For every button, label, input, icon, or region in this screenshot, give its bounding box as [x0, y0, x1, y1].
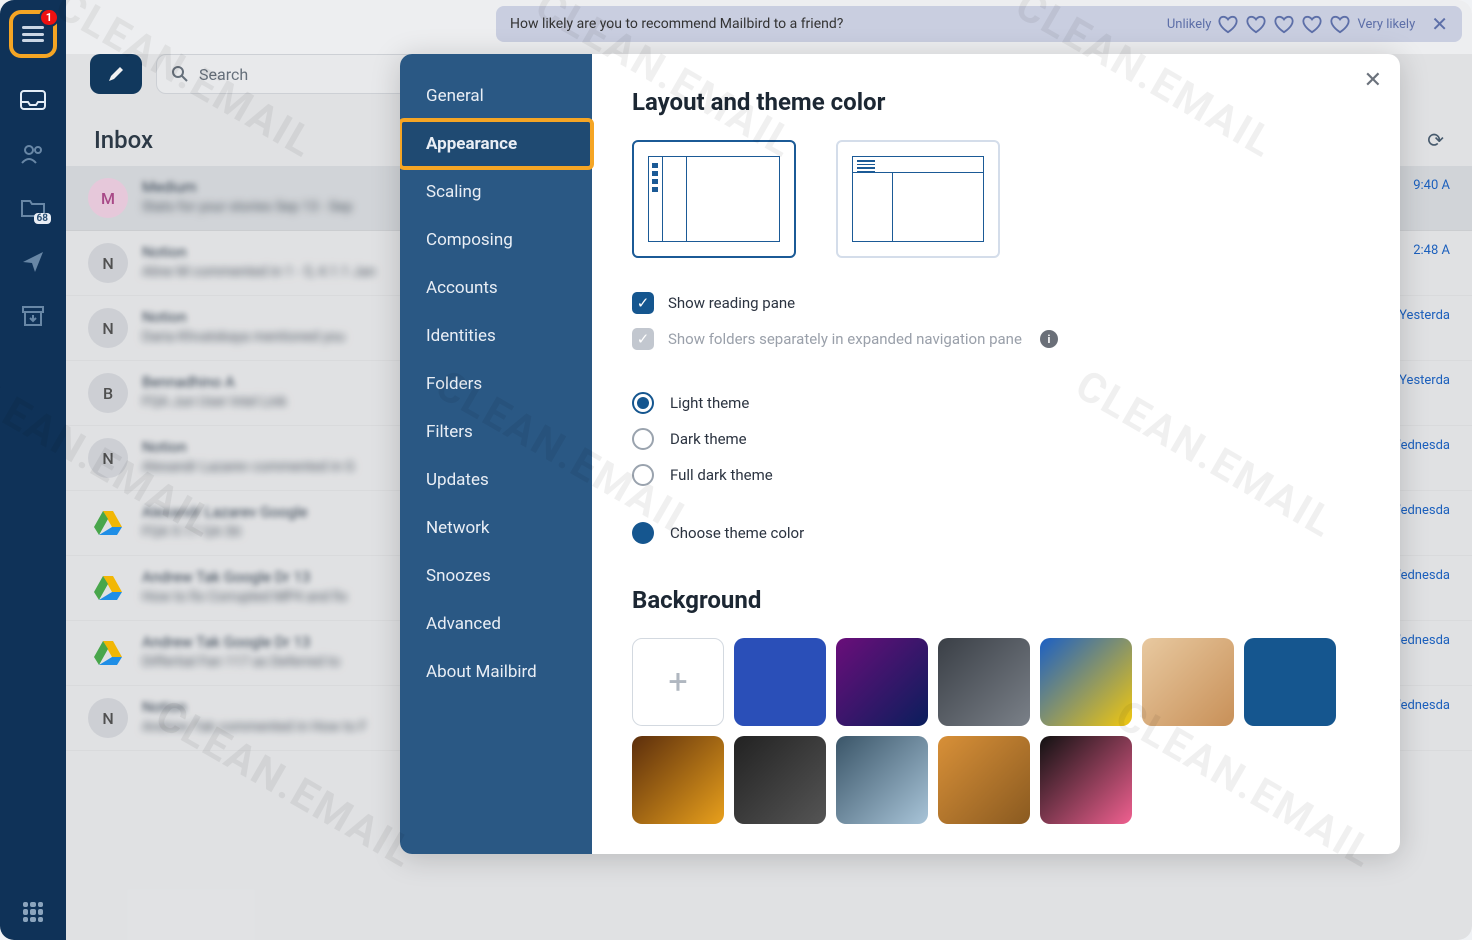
settings-nav-item[interactable]: Composing — [400, 216, 592, 264]
settings-modal: GeneralAppearanceScalingComposingAccount… — [400, 54, 1400, 854]
settings-nav-item[interactable]: Updates — [400, 456, 592, 504]
reading-pane-checkbox[interactable]: ✓ — [632, 292, 654, 314]
background-add-tile[interactable]: + — [632, 638, 724, 726]
survey-close-icon[interactable]: ✕ — [1431, 12, 1448, 36]
background-tile[interactable] — [1040, 736, 1132, 824]
folders-sep-label: Show folders separately in expanded navi… — [668, 330, 1022, 348]
heart-icon[interactable] — [1329, 14, 1351, 34]
heart-icon[interactable] — [1217, 14, 1239, 34]
settings-nav-item[interactable]: Network — [400, 504, 592, 552]
layout-option-stacked[interactable] — [836, 140, 1000, 258]
settings-nav-item[interactable]: Scaling — [400, 168, 592, 216]
archive-icon[interactable] — [19, 304, 47, 328]
settings-title: Layout and theme color — [632, 88, 1360, 116]
layout-option-columns[interactable] — [632, 140, 796, 258]
notification-badge: 1 — [39, 8, 59, 27]
settings-nav-item[interactable]: About Mailbird — [400, 648, 592, 696]
folder-icon[interactable]: 68 — [19, 196, 47, 220]
full-dark-theme-label: Full dark theme — [670, 466, 773, 484]
background-tile[interactable] — [836, 736, 928, 824]
settings-nav-item[interactable]: Appearance — [400, 120, 592, 168]
inbox-icon[interactable] — [19, 88, 47, 112]
settings-nav-item[interactable]: General — [400, 72, 592, 120]
heart-icon[interactable] — [1301, 14, 1323, 34]
survey-bar: How likely are you to recommend Mailbird… — [496, 6, 1462, 42]
folders-sep-checkbox[interactable]: ✓ — [632, 328, 654, 350]
background-tile[interactable] — [938, 736, 1030, 824]
background-tile[interactable] — [734, 638, 826, 726]
menu-button[interactable]: 1 — [9, 10, 57, 58]
folder-count: 68 — [34, 213, 51, 224]
background-tile[interactable] — [632, 736, 724, 824]
heart-icon[interactable] — [1273, 14, 1295, 34]
send-icon[interactable] — [19, 250, 47, 274]
full-dark-theme-radio[interactable] — [632, 464, 654, 486]
info-icon[interactable]: i — [1040, 330, 1058, 348]
light-theme-radio[interactable] — [632, 392, 654, 414]
background-title: Background — [632, 586, 1360, 614]
close-icon[interactable]: ✕ — [1364, 68, 1382, 93]
contacts-icon[interactable] — [19, 142, 47, 166]
background-tile[interactable] — [1040, 638, 1132, 726]
settings-nav-item[interactable]: Advanced — [400, 600, 592, 648]
main-area: How likely are you to recommend Mailbird… — [66, 0, 1472, 940]
background-tile[interactable] — [1142, 638, 1234, 726]
dark-theme-radio[interactable] — [632, 428, 654, 450]
dark-theme-label: Dark theme — [670, 430, 747, 448]
background-tile[interactable] — [1244, 638, 1336, 726]
survey-question: How likely are you to recommend Mailbird… — [510, 16, 843, 32]
background-tile[interactable] — [734, 736, 826, 824]
settings-nav-item[interactable]: Filters — [400, 408, 592, 456]
heart-icon[interactable] — [1245, 14, 1267, 34]
settings-nav: GeneralAppearanceScalingComposingAccount… — [400, 54, 592, 854]
settings-nav-item[interactable]: Snoozes — [400, 552, 592, 600]
reading-pane-label: Show reading pane — [668, 294, 795, 312]
settings-nav-item[interactable]: Identities — [400, 312, 592, 360]
apps-button[interactable] — [23, 902, 43, 922]
survey-unlikely: Unlikely — [1167, 17, 1212, 32]
left-sidebar: 1 68 — [0, 0, 66, 940]
settings-body: ✕ Layout and theme color ✓ Show reading … — [592, 54, 1400, 854]
background-tile[interactable] — [938, 638, 1030, 726]
apps-grid-icon — [23, 902, 43, 922]
choose-theme-label: Choose theme color — [670, 524, 804, 542]
theme-color-swatch[interactable] — [632, 522, 654, 544]
settings-nav-item[interactable]: Accounts — [400, 264, 592, 312]
light-theme-label: Light theme — [670, 394, 749, 412]
hamburger-icon — [22, 26, 44, 42]
background-tile[interactable] — [836, 638, 928, 726]
background-grid: + — [632, 638, 1360, 824]
settings-nav-item[interactable]: Folders — [400, 360, 592, 408]
survey-likely: Very likely — [1357, 17, 1415, 32]
